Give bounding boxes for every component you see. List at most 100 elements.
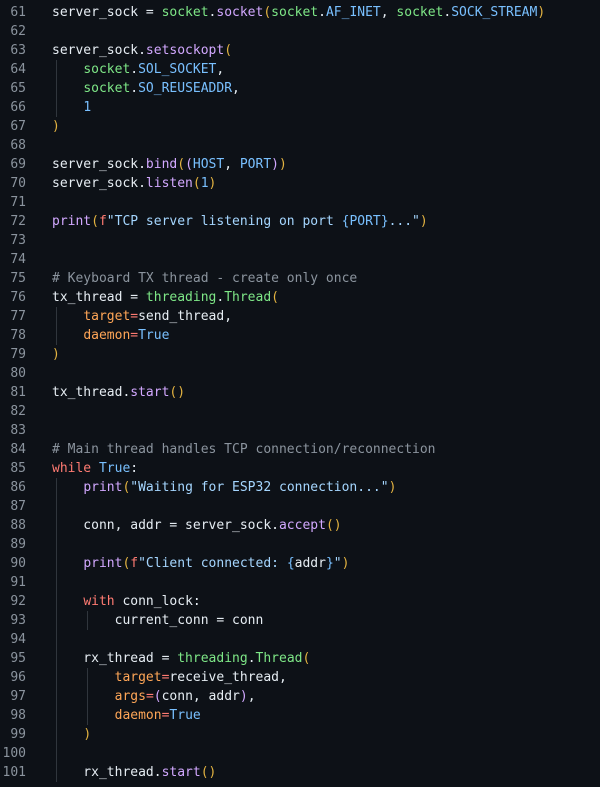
code-line[interactable]: 95 rx_thread = threading.Thread(	[0, 649, 600, 668]
code-token: print	[83, 556, 123, 571]
code-line[interactable]: 89	[0, 535, 600, 554]
code-token: "Client connected:	[138, 556, 287, 571]
code-token: Thread	[255, 651, 303, 666]
code-token: server_sock =	[52, 5, 162, 20]
code-token: HOST	[192, 157, 225, 172]
code-line[interactable]: 81 tx_thread.start()	[0, 383, 600, 402]
code-token: socket	[396, 5, 444, 20]
code-line[interactable]: 67)	[0, 117, 600, 136]
line-number: 85	[10, 461, 26, 476]
line-code: server_sock.setsockopt(	[52, 41, 232, 60]
code-token: setsockopt	[145, 43, 225, 58]
code-line[interactable]: 68	[0, 136, 600, 155]
code-token: True	[169, 708, 201, 723]
code-line[interactable]: 73	[0, 231, 600, 250]
line-code: rx_thread = threading.Thread(	[52, 649, 310, 668]
code-line[interactable]: 101 rx_thread.start()	[0, 763, 600, 782]
code-line[interactable]: 62	[0, 22, 600, 41]
line-number: 77	[10, 309, 26, 324]
code-token: )	[279, 157, 287, 172]
code-token: .	[247, 651, 256, 666]
code-line[interactable]: 71	[0, 193, 600, 212]
code-token: f	[98, 214, 107, 229]
code-token: threading	[145, 290, 217, 305]
line-number: 89	[10, 537, 26, 552]
code-line[interactable]: 66 1	[0, 98, 600, 117]
line-code: # Keyboard TX thread - create only once	[52, 269, 357, 288]
code-line[interactable]: 76 tx_thread = threading.Thread(	[0, 288, 600, 307]
code-line[interactable]: 88 conn, addr = server_sock.accept()	[0, 516, 600, 535]
code-line[interactable]: 83	[0, 421, 600, 440]
code-line[interactable]: 79)	[0, 345, 600, 364]
code-line[interactable]: 86 print("Waiting for ESP32 connection..…	[0, 478, 600, 497]
code-token: "Waiting for ESP32 connection..."	[130, 480, 389, 495]
code-token: ,	[380, 5, 397, 20]
code-line[interactable]: 98 daemon=True	[0, 706, 600, 725]
line-number: 101	[2, 765, 26, 780]
code-line[interactable]: 87	[0, 497, 600, 516]
line-number: 75	[10, 271, 26, 286]
code-line[interactable]: 82	[0, 402, 600, 421]
code-token: True	[98, 461, 131, 476]
code-token: socket	[271, 5, 319, 20]
code-line[interactable]: 63 server_sock.setsockopt(	[0, 41, 600, 60]
code-line[interactable]: 91	[0, 573, 600, 592]
code-token: (	[177, 157, 186, 172]
line-number: 81	[10, 385, 26, 400]
line-number: 80	[10, 366, 26, 381]
code-line[interactable]: 90 print(f"Client connected: {addr}")	[0, 554, 600, 573]
code-token: tx_thread.	[52, 385, 131, 400]
code-line[interactable]: 75 # Keyboard TX thread - create only onc…	[0, 269, 600, 288]
code-token: daemon	[114, 708, 162, 723]
indent-guide	[56, 744, 57, 763]
code-line[interactable]: 99 )	[0, 725, 600, 744]
code-line[interactable]: 64 socket.SOL_SOCKET,	[0, 60, 600, 79]
code-token: (	[263, 5, 272, 20]
code-line[interactable]: 94	[0, 630, 600, 649]
code-token: accept	[278, 518, 326, 533]
code-line[interactable]: 61 server_sock = socket.socket(socket.AF_…	[0, 3, 600, 22]
code-token: addr	[294, 556, 326, 571]
code-line[interactable]: 93 current_conn = conn	[0, 611, 600, 630]
line-number: 86	[10, 480, 26, 495]
code-token: (	[302, 651, 311, 666]
code-line[interactable]: 92 with conn_lock:	[0, 592, 600, 611]
code-line[interactable]: 84 # Main thread handles TCP connection/r…	[0, 440, 600, 459]
code-token: ..."	[388, 214, 420, 229]
code-line[interactable]: 80	[0, 364, 600, 383]
code-editor[interactable]: 61 server_sock = socket.socket(socket.AF_…	[0, 0, 600, 787]
code-line[interactable]: 65 socket.SO_REUSEADDR,	[0, 79, 600, 98]
code-line[interactable]: 78 daemon=True	[0, 326, 600, 345]
code-line[interactable]: 69 server_sock.bind((HOST, PORT))	[0, 155, 600, 174]
code-line[interactable]: 72 print(f"TCP server listening on port {…	[0, 212, 600, 231]
code-token: socket	[83, 62, 131, 77]
code-line[interactable]: 74	[0, 250, 600, 269]
code-line[interactable]: 97 args=(conn, addr),	[0, 687, 600, 706]
code-token: conn, addr	[161, 689, 240, 704]
line-number: 78	[10, 328, 26, 343]
line-number: 61	[10, 5, 26, 20]
code-token: server_sock.	[52, 43, 146, 58]
code-line[interactable]: 100	[0, 744, 600, 763]
line-number: 66	[10, 100, 26, 115]
line-code: with conn_lock:	[52, 592, 200, 611]
code-token: True	[138, 328, 170, 343]
code-token: )	[537, 5, 546, 20]
code-token: SOL_SOCKET	[138, 62, 217, 77]
code-line[interactable]: 85 while True:	[0, 459, 600, 478]
code-line[interactable]: 70 server_sock.listen(1)	[0, 174, 600, 193]
code-line[interactable]: 96 target=receive_thread,	[0, 668, 600, 687]
code-token: ,	[232, 81, 240, 96]
code-token: .	[130, 62, 139, 77]
line-code: while True:	[52, 459, 138, 478]
code-token: ,	[247, 689, 256, 704]
line-code: rx_thread.start()	[52, 763, 216, 782]
code-line[interactable]: 77 target=send_thread,	[0, 307, 600, 326]
line-code: 1	[52, 98, 91, 117]
